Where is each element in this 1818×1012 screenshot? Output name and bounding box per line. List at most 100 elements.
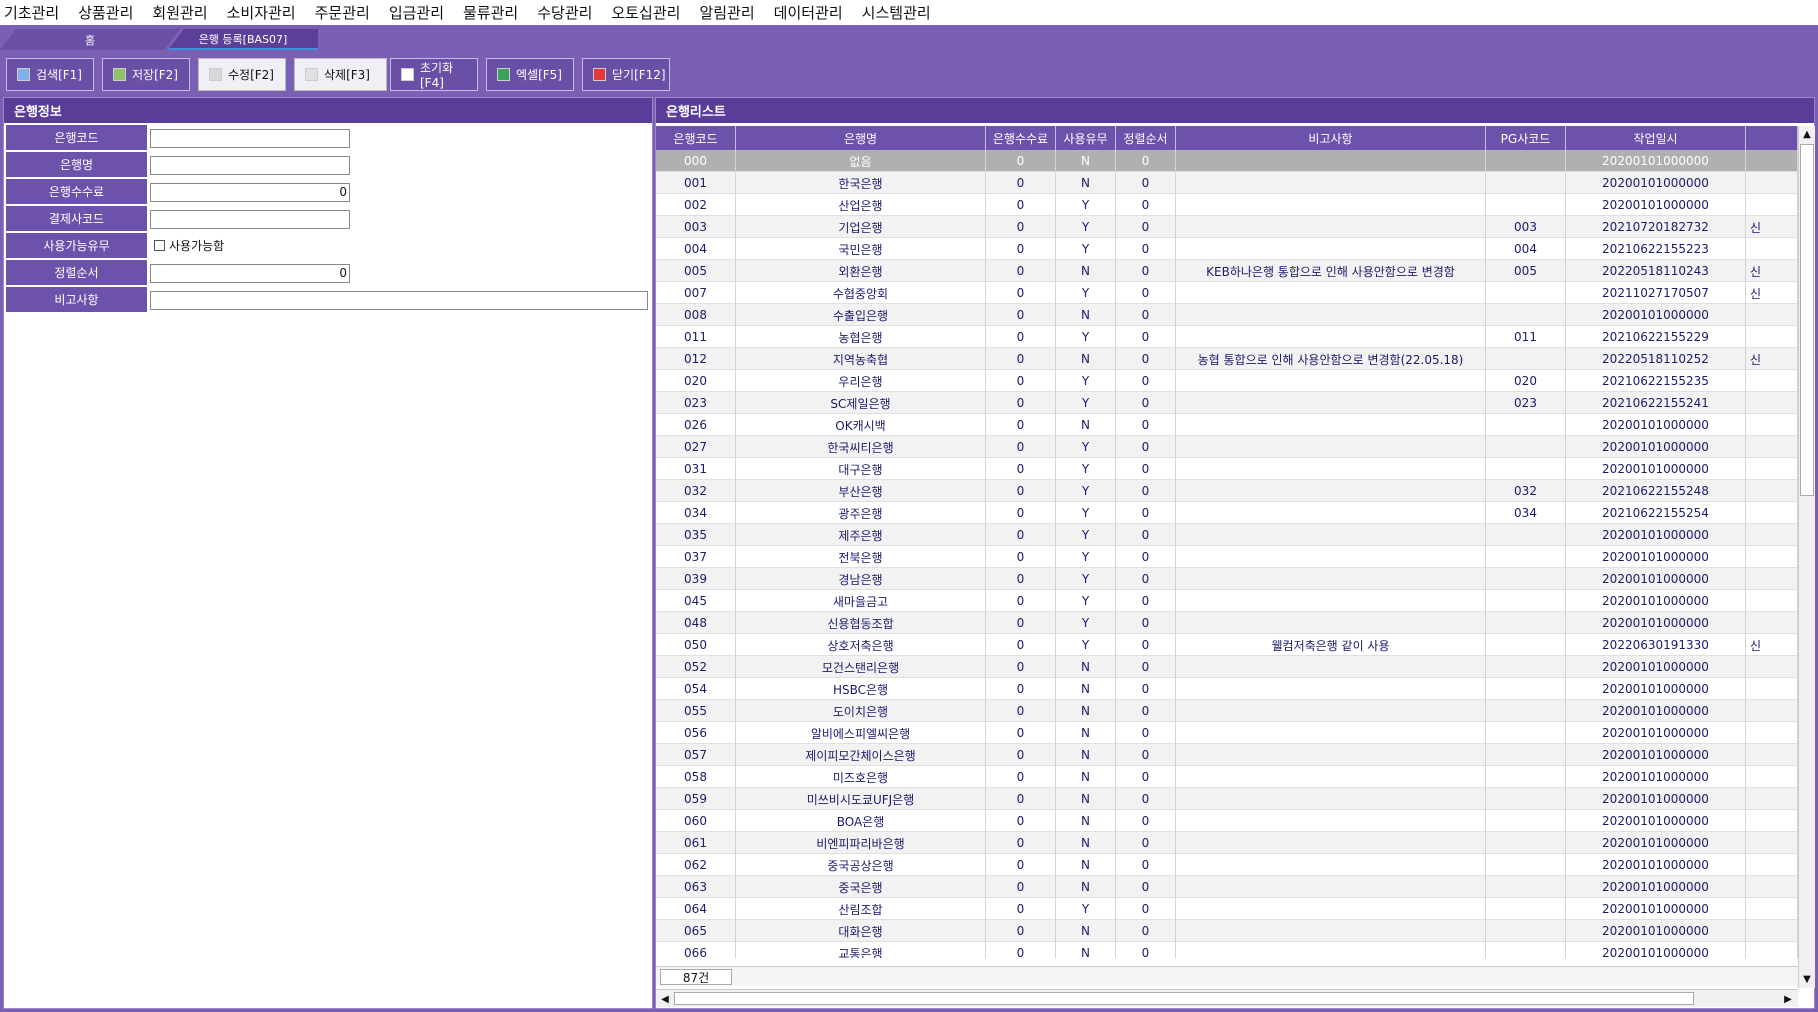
use-yn-check-label: 사용가능함 <box>169 239 225 253</box>
table-row[interactable]: 005 외환은행 0 N 0 KEB하나은행 통합으로 인해 사용안함으로 변경함 005 2… <box>656 260 1798 282</box>
remark-row: 비고사항 <box>4 286 654 312</box>
table-row[interactable]: 050 상호저축은행 0 Y 0 웰컴저축은행 같이 사용 20220630191330 신 <box>656 634 1798 656</box>
horizontal-scroll-thumb[interactable] <box>674 992 1694 1005</box>
table-cell: 20200101000000 <box>1566 766 1746 788</box>
column-header[interactable]: 은행명 <box>736 126 986 150</box>
table-cell: 0 <box>986 524 1056 546</box>
table-row[interactable]: 056 알비에스피엘씨은행 0 N 0 20200101000000 <box>656 722 1798 744</box>
table-row[interactable]: 008 수출입은행 0 N 0 20200101000000 <box>656 304 1798 326</box>
menu-item[interactable]: 수당관리 <box>537 2 592 23</box>
menu-item[interactable]: 기초관리 <box>4 2 59 23</box>
table-row[interactable]: 011 농협은행 0 Y 0 011 20210622155229 <box>656 326 1798 348</box>
menu-item[interactable]: 상품관리 <box>78 2 133 23</box>
tab-home[interactable]: 홈 <box>0 29 180 50</box>
bank-code-input[interactable] <box>150 129 350 148</box>
toolbar-button[interactable]: 저장[F2] <box>102 58 190 91</box>
scroll-down-icon[interactable]: ▼ <box>1799 971 1815 987</box>
menu-item[interactable]: 알림관리 <box>699 2 754 23</box>
table-row[interactable]: 055 도이치은행 0 N 0 20200101000000 <box>656 700 1798 722</box>
column-header[interactable]: 은행코드 <box>656 126 736 150</box>
column-header[interactable]: 사용유무 <box>1056 126 1116 150</box>
sort-input[interactable]: 0 <box>150 264 350 283</box>
table-cell: 우리은행 <box>736 370 986 392</box>
table-row[interactable]: 063 중국은행 0 N 0 20200101000000 <box>656 876 1798 898</box>
table-cell: Y <box>1056 194 1116 216</box>
column-header[interactable]: 은행수수료 <box>986 126 1056 150</box>
table-row[interactable]: 026 OK캐시백 0 N 0 20200101000000 <box>656 414 1798 436</box>
table-row[interactable]: 065 대화은행 0 N 0 20200101000000 <box>656 920 1798 942</box>
table-row[interactable]: 007 수협중앙회 0 Y 0 20211027170507 신 <box>656 282 1798 304</box>
table-row[interactable]: 027 한국씨티은행 0 Y 0 20200101000000 <box>656 436 1798 458</box>
table-row[interactable]: 039 경남은행 0 Y 0 20200101000000 <box>656 568 1798 590</box>
table-cell: 20200101000000 <box>1566 172 1746 194</box>
toolbar-button[interactable]: 닫기[F12] <box>582 58 670 91</box>
menu-item[interactable]: 주문관리 <box>315 2 370 23</box>
table-cell <box>1486 876 1566 898</box>
table-cell <box>1746 546 1798 568</box>
table-row[interactable]: 031 대구은행 0 Y 0 20200101000000 <box>656 458 1798 480</box>
column-header[interactable] <box>1746 126 1798 150</box>
table-row[interactable]: 054 HSBC은행 0 N 0 20200101000000 <box>656 678 1798 700</box>
table-row[interactable]: 037 전북은행 0 Y 0 20200101000000 <box>656 546 1798 568</box>
table-row[interactable]: 061 비엔피파리바은행 0 N 0 20200101000000 <box>656 832 1798 854</box>
checkbox-icon[interactable] <box>154 240 165 251</box>
toolbar-button[interactable]: 삭제[F3] <box>294 58 387 91</box>
vertical-scroll-thumb[interactable] <box>1800 144 1814 496</box>
table-row[interactable]: 045 새마을금고 0 Y 0 20200101000000 <box>656 590 1798 612</box>
toolbar-button[interactable]: 수정[F2] <box>198 58 286 91</box>
table-row[interactable]: 058 미즈호은행 0 N 0 20200101000000 <box>656 766 1798 788</box>
menu-item[interactable]: 회원관리 <box>152 2 207 23</box>
menu-item[interactable]: 소비자관리 <box>227 2 296 23</box>
table-cell: 023 <box>1486 392 1566 414</box>
table-row[interactable]: 004 국민은행 0 Y 0 004 20210622155223 <box>656 238 1798 260</box>
menu-item[interactable]: 시스템관리 <box>862 2 931 23</box>
menu-item[interactable]: 오토십관리 <box>611 2 680 23</box>
pay-code-input[interactable] <box>150 210 350 229</box>
table-row[interactable]: 034 광주은행 0 Y 0 034 20210622155254 <box>656 502 1798 524</box>
scroll-left-icon[interactable]: ◀ <box>657 991 673 1007</box>
table-cell: Y <box>1056 326 1116 348</box>
table-row[interactable]: 035 제주은행 0 Y 0 20200101000000 <box>656 524 1798 546</box>
table-row[interactable]: 059 미쓰비시도쿄UFJ은행 0 N 0 20200101000000 <box>656 788 1798 810</box>
horizontal-scrollbar[interactable]: ◀ ▶ <box>656 989 1798 1007</box>
scroll-right-icon[interactable]: ▶ <box>1780 991 1796 1007</box>
table-row[interactable]: 064 산림조합 0 Y 0 20200101000000 <box>656 898 1798 920</box>
table-row[interactable]: 060 BOA은행 0 N 0 20200101000000 <box>656 810 1798 832</box>
column-header[interactable]: 작업일시 <box>1566 126 1746 150</box>
table-row[interactable]: 032 부산은행 0 Y 0 032 20210622155248 <box>656 480 1798 502</box>
menu-item[interactable]: 물류관리 <box>463 2 518 23</box>
table-cell: 한국은행 <box>736 172 986 194</box>
table-row[interactable]: 001 한국은행 0 N 0 20200101000000 <box>656 172 1798 194</box>
column-header[interactable]: PG사코드 <box>1486 126 1566 150</box>
table-row[interactable]: 023 SC제일은행 0 Y 0 023 20210622155241 <box>656 392 1798 414</box>
remark-input[interactable] <box>150 291 648 310</box>
column-header[interactable]: 비고사항 <box>1176 126 1486 150</box>
use-yn-checkbox[interactable]: 사용가능함 <box>154 237 224 254</box>
table-row[interactable]: 048 신용협동조합 0 Y 0 20200101000000 <box>656 612 1798 634</box>
table-row[interactable]: 002 산업은행 0 Y 0 20200101000000 <box>656 194 1798 216</box>
table-row[interactable]: 062 중국공상은행 0 N 0 20200101000000 <box>656 854 1798 876</box>
tab-bank-register[interactable]: 은행 등록[BAS07] <box>168 29 318 50</box>
table-row[interactable]: 066 교통은행 0 N 0 20200101000000 <box>656 942 1798 958</box>
menu-item[interactable]: 입금관리 <box>389 2 444 23</box>
fee-input[interactable]: 0 <box>150 183 350 202</box>
table-cell <box>1176 568 1486 590</box>
table-cell: 0 <box>986 920 1056 942</box>
table-cell: 0 <box>986 788 1056 810</box>
toolbar-button[interactable]: 초기화[F4] <box>390 58 478 91</box>
table-cell <box>1746 590 1798 612</box>
bank-name-input[interactable] <box>150 156 350 175</box>
table-row[interactable]: 012 지역농축협 0 N 0 농협 통합으로 인해 사용안함으로 변경함(22.05.1… <box>656 348 1798 370</box>
toolbar-button[interactable]: 엑셀[F5] <box>486 58 574 91</box>
table-row[interactable]: 003 기업은행 0 Y 0 003 20210720182732 신 <box>656 216 1798 238</box>
table-row[interactable]: 000 없음 0 N 0 20200101000000 <box>656 150 1798 172</box>
toolbar-button-label: 초기화[F4] <box>420 61 454 90</box>
vertical-scrollbar[interactable]: ▲ ▼ <box>1798 126 1815 988</box>
table-row[interactable]: 020 우리은행 0 Y 0 020 20210622155235 <box>656 370 1798 392</box>
column-header[interactable]: 정렬순서 <box>1116 126 1176 150</box>
menu-item[interactable]: 데이터관리 <box>774 2 843 23</box>
toolbar-button[interactable]: 검색[F1] <box>6 58 94 91</box>
scroll-up-icon[interactable]: ▲ <box>1799 126 1815 142</box>
table-row[interactable]: 057 제이피모간체이스은행 0 N 0 20200101000000 <box>656 744 1798 766</box>
table-row[interactable]: 052 모건스탠리은행 0 N 0 20200101000000 <box>656 656 1798 678</box>
